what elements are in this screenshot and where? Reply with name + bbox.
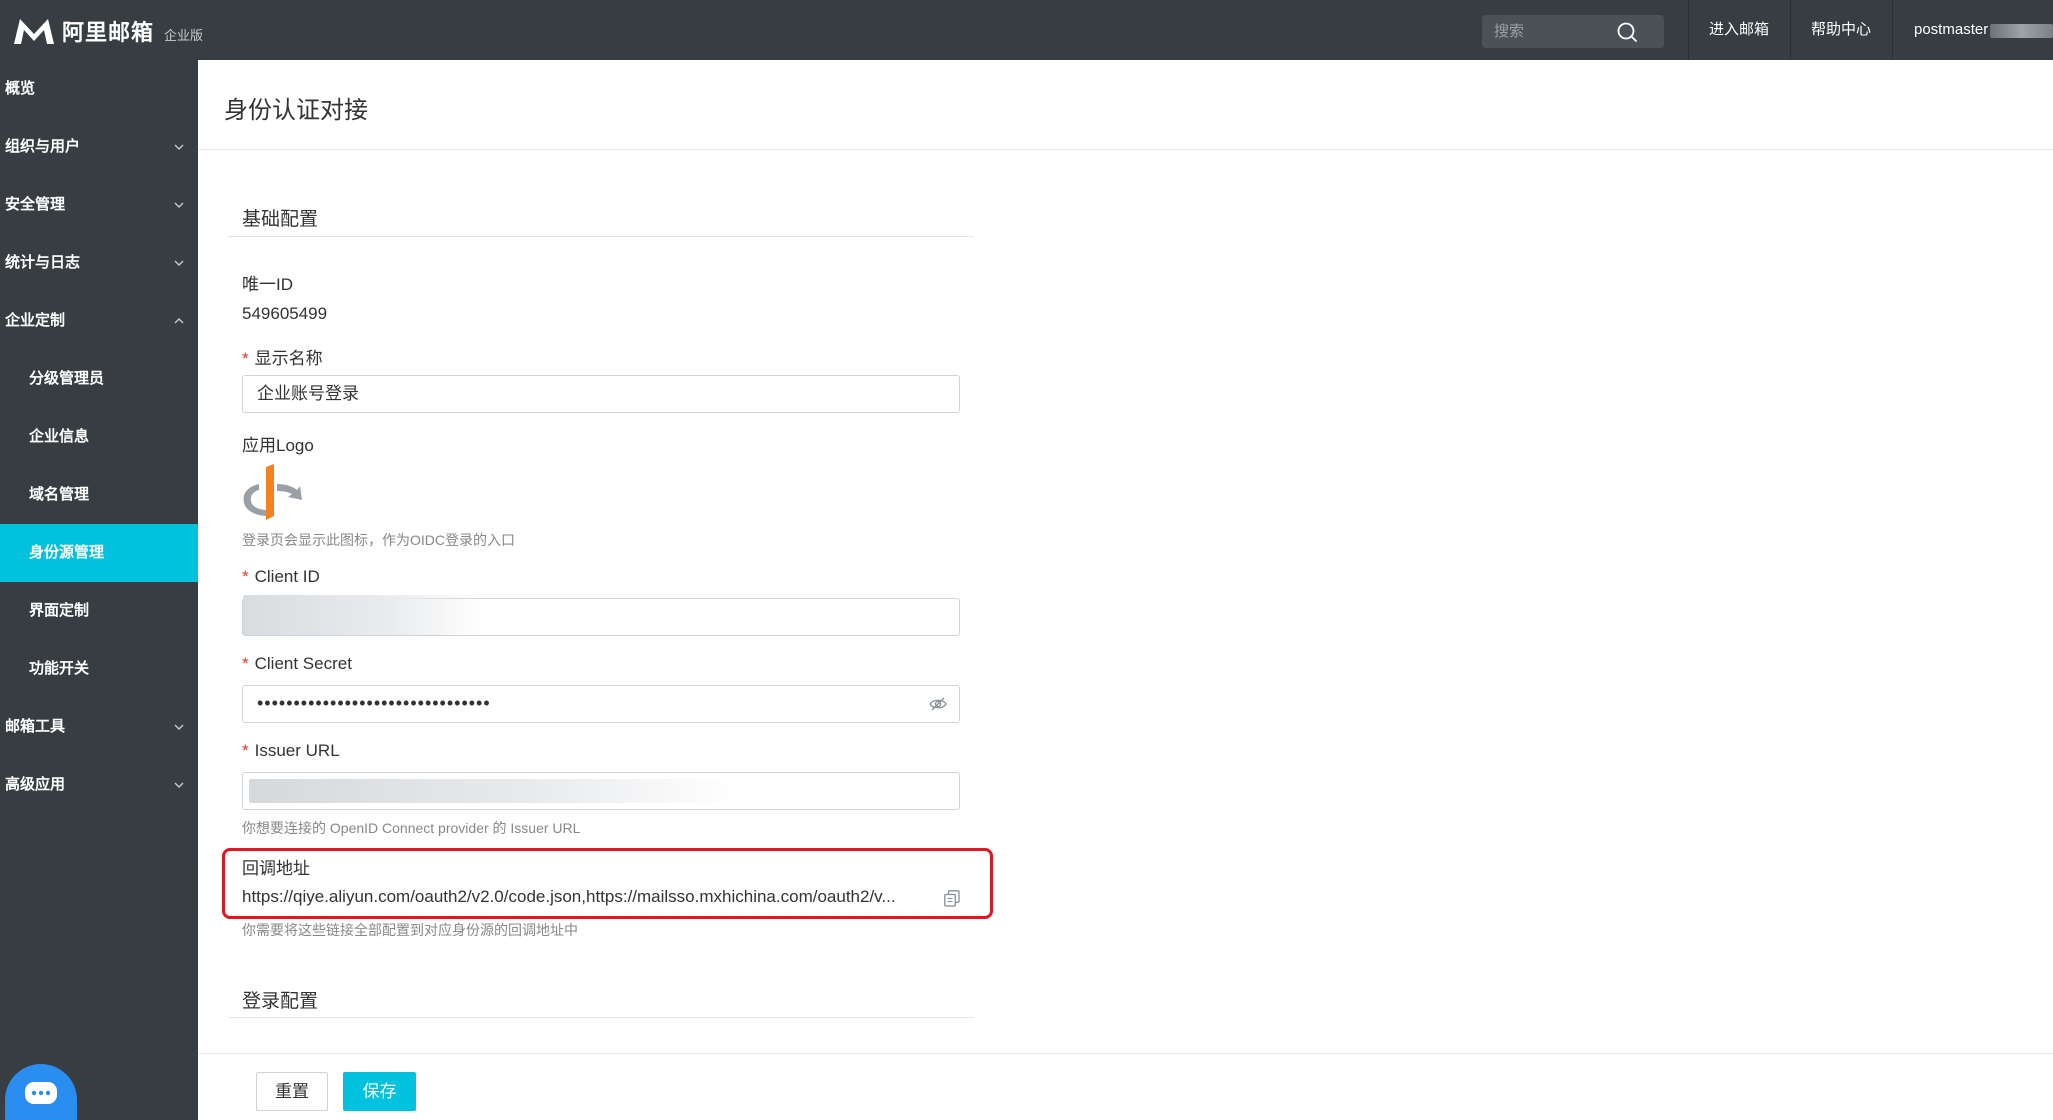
callback-highlight-box xyxy=(222,848,993,919)
issuer-url-label: * Issuer URL xyxy=(242,741,340,761)
client-id-input[interactable] xyxy=(242,595,960,636)
client-id-redacted xyxy=(243,595,483,635)
form-footer: 重置 保存 xyxy=(198,1053,2053,1120)
sidebar-item-org-users[interactable]: 组织与用户 xyxy=(0,118,198,176)
sidebar-item-advanced-apps[interactable]: 高级应用 xyxy=(0,756,198,814)
logo[interactable]: 阿里邮箱 企业版 xyxy=(12,14,203,48)
chevron-down-icon xyxy=(174,782,184,788)
unique-id-value: 549605499 xyxy=(242,304,328,323)
sidebar-item-label: 功能开关 xyxy=(29,660,90,677)
chevron-down-icon xyxy=(174,202,184,208)
required-mark: * xyxy=(242,741,249,760)
sidebar-item-enterprise-custom[interactable]: 企业定制 xyxy=(0,292,198,350)
page-title: 身份认证对接 xyxy=(224,97,368,124)
top-bar: 阿里邮箱 企业版 进入邮箱 帮助中心 postmaster xyxy=(0,0,2053,60)
sidebar-item-label: 域名管理 xyxy=(29,486,90,503)
chevron-down-icon xyxy=(174,724,184,730)
client-secret-value: •••••••••••••••••••••••••••••••• xyxy=(257,693,491,713)
sidebar: 概览 组织与用户 安全管理 统计与日志 企业定制 分级管理员 企业信息 域名管理… xyxy=(0,60,198,1120)
callback-url-value: https://qiye.aliyun.com/oauth2/v2.0/code… xyxy=(242,887,896,906)
sidebar-item-security[interactable]: 安全管理 xyxy=(0,176,198,234)
mail-logo-icon xyxy=(14,19,54,44)
sidebar-item-label: 邮箱工具 xyxy=(5,718,66,735)
sidebar-item-label: 高级应用 xyxy=(5,776,66,793)
section-divider xyxy=(228,1017,974,1018)
sidebar-item-domain-management[interactable]: 域名管理 xyxy=(0,466,198,524)
sidebar-item-sub-admins[interactable]: 分级管理员 xyxy=(0,350,198,408)
client-secret-label: * Client Secret xyxy=(242,654,352,674)
sidebar-item-enterprise-info[interactable]: 企业信息 xyxy=(0,408,198,466)
sidebar-item-mail-tools[interactable]: 邮箱工具 xyxy=(0,698,198,756)
app-logo-label: 应用Logo xyxy=(242,436,314,455)
logo-text: 阿里邮箱 xyxy=(62,20,155,45)
unique-id-label: 唯一ID xyxy=(242,275,293,294)
chevron-down-icon xyxy=(174,260,184,266)
user-domain-redacted xyxy=(1990,24,2053,38)
sidebar-item-label: 概览 xyxy=(5,80,36,97)
sidebar-item-label: 界面定制 xyxy=(29,602,90,619)
sidebar-item-label: 统计与日志 xyxy=(5,254,81,271)
chevron-down-icon xyxy=(174,144,184,150)
required-mark: * xyxy=(242,654,249,673)
client-id-label: * Client ID xyxy=(242,567,320,587)
display-name-label: * 显示名称 xyxy=(242,344,323,369)
openid-logo-icon[interactable] xyxy=(240,464,302,522)
logo-edition: 企业版 xyxy=(164,27,204,43)
issuer-url-hint: 你想要连接的 OpenID Connect provider 的 Issuer … xyxy=(242,820,581,836)
help-center-link[interactable]: 帮助中心 xyxy=(1790,0,1892,60)
display-name-value: 企业账号登录 xyxy=(257,384,359,403)
display-name-input[interactable]: 企业账号登录 xyxy=(242,375,960,413)
section-title-login: 登录配置 xyxy=(242,991,319,1012)
issuer-url-redacted xyxy=(249,779,739,803)
eye-off-icon[interactable] xyxy=(929,696,947,712)
section-divider xyxy=(228,236,974,237)
client-id-label-text: Client ID xyxy=(254,567,320,586)
sidebar-item-ui-custom[interactable]: 界面定制 xyxy=(0,582,198,640)
page-header: 身份认证对接 xyxy=(198,60,2053,150)
sidebar-item-label: 企业信息 xyxy=(29,428,90,445)
sidebar-item-identity-source[interactable]: 身份源管理 xyxy=(0,524,198,582)
user-account[interactable]: postmaster xyxy=(1914,0,1988,60)
support-chat-button[interactable] xyxy=(5,1064,77,1120)
sidebar-item-feature-switch[interactable]: 功能开关 xyxy=(0,640,198,698)
required-mark: * xyxy=(242,567,249,586)
sidebar-item-label: 身份源管理 xyxy=(29,544,105,561)
callback-label: 回调地址 xyxy=(242,859,310,878)
reset-button[interactable]: 重置 xyxy=(256,1072,328,1111)
sidebar-item-label: 企业定制 xyxy=(5,312,66,329)
client-secret-label-text: Client Secret xyxy=(254,654,352,673)
section-title-basic: 基础配置 xyxy=(242,209,319,230)
sidebar-item-label: 组织与用户 xyxy=(5,138,81,155)
search-icon[interactable] xyxy=(1616,21,1638,43)
chevron-up-icon xyxy=(174,318,184,324)
display-name-label-text: 显示名称 xyxy=(254,349,323,368)
issuer-url-input[interactable] xyxy=(242,772,960,810)
callback-hint: 你需要将这些链接全部配置到对应身份源的回调地址中 xyxy=(242,922,578,938)
nav-divider xyxy=(1892,0,1893,60)
client-secret-input[interactable]: •••••••••••••••••••••••••••••••• xyxy=(242,685,960,723)
app-logo-hint: 登录页会显示此图标，作为OIDC登录的入口 xyxy=(242,532,515,548)
sidebar-item-overview[interactable]: 概览 xyxy=(0,60,198,118)
search-input[interactable] xyxy=(1482,15,1622,48)
required-mark: * xyxy=(242,349,249,368)
sidebar-item-stats-logs[interactable]: 统计与日志 xyxy=(0,234,198,292)
enter-mailbox-link[interactable]: 进入邮箱 xyxy=(1688,0,1790,60)
copy-icon[interactable] xyxy=(944,890,960,907)
sidebar-item-label: 安全管理 xyxy=(5,196,66,213)
issuer-url-label-text: Issuer URL xyxy=(254,741,340,760)
chat-icon xyxy=(25,1082,57,1104)
search-box xyxy=(1482,15,1664,48)
save-button[interactable]: 保存 xyxy=(343,1072,416,1111)
sidebar-item-label: 分级管理员 xyxy=(29,370,105,387)
